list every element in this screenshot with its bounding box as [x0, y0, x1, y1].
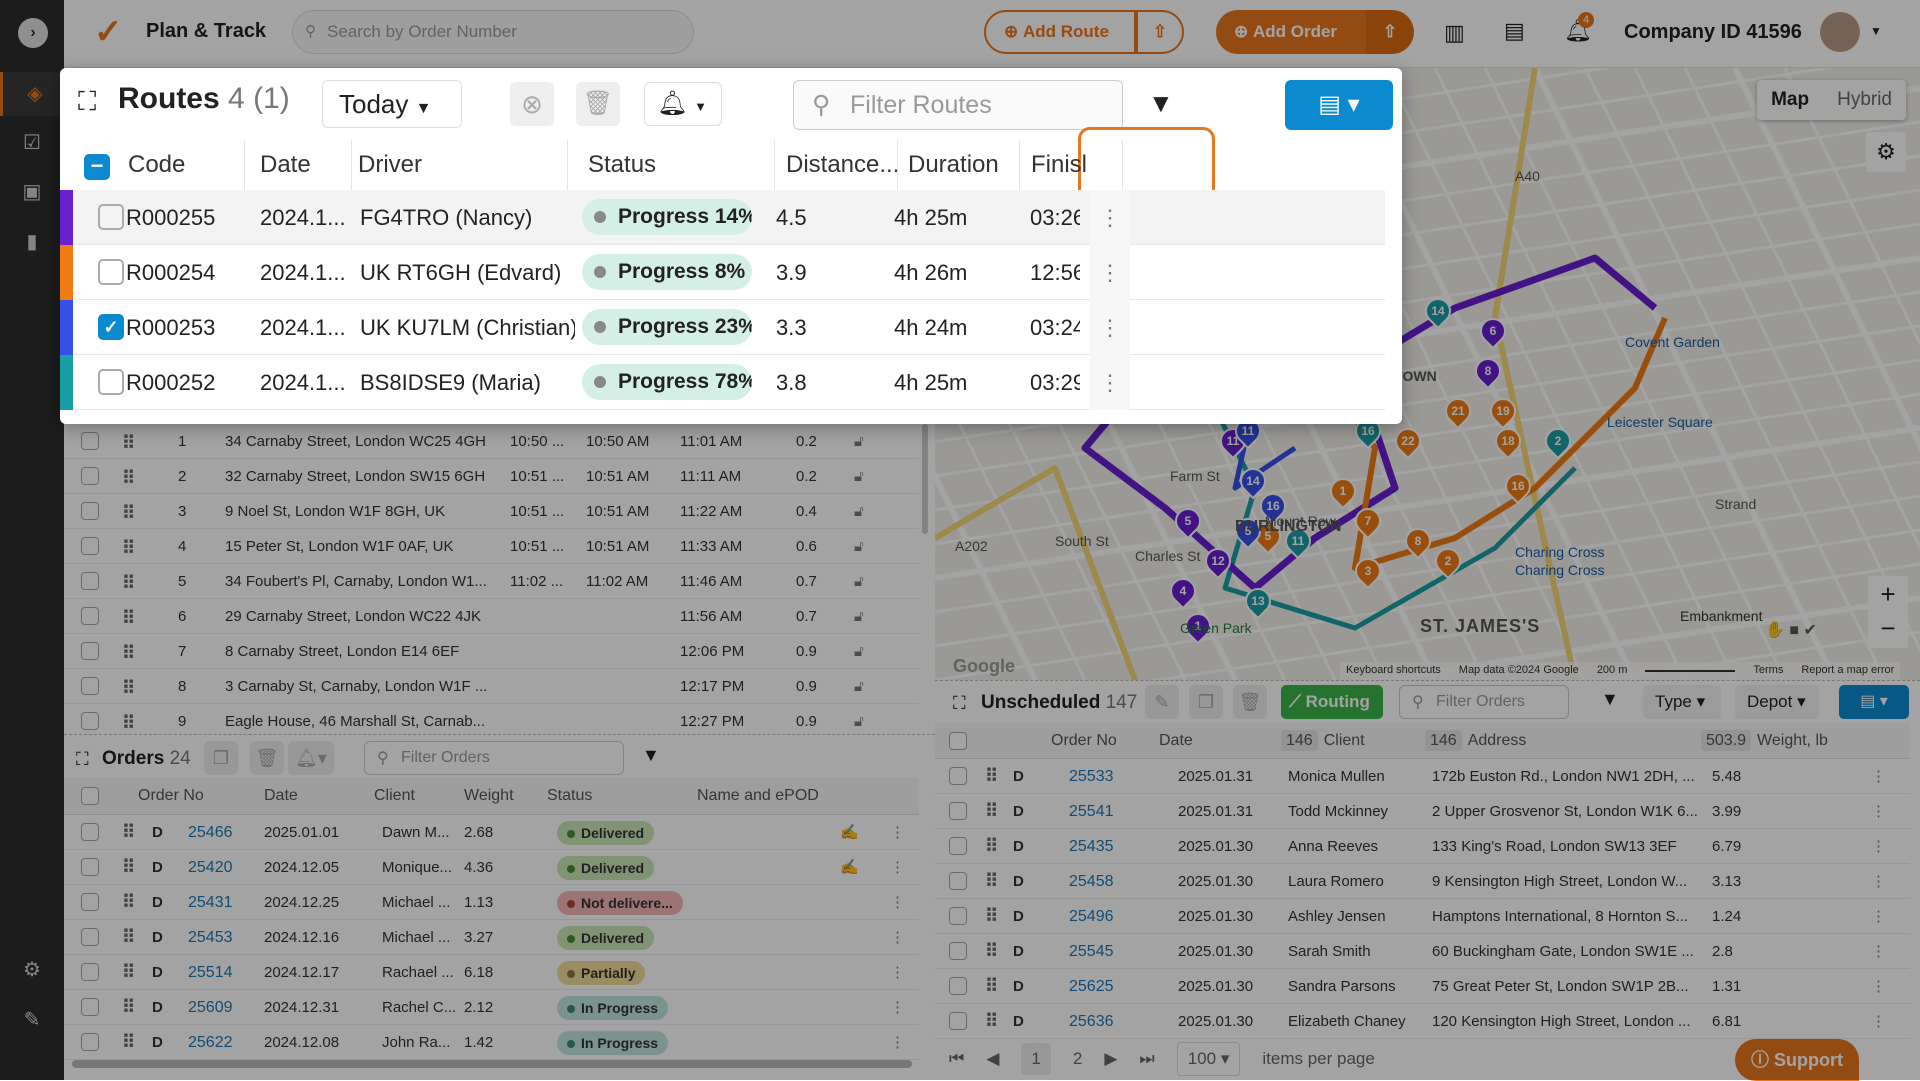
status-label: Progress 14%	[618, 205, 752, 228]
status-dot	[594, 266, 606, 278]
notify-dropdown[interactable]: 🔔︎ ▼	[644, 82, 722, 126]
routes-title: Routes 4 (1)	[118, 82, 290, 115]
search-icon: ⚲	[812, 91, 831, 119]
status-dot	[594, 376, 606, 388]
status-dot	[594, 321, 606, 333]
route-distance: 3.9	[776, 260, 807, 285]
kebab-menu-icon[interactable]: ⋮	[1090, 355, 1130, 410]
route-duration: 4h 26m	[894, 260, 968, 285]
route-driver: BS8IDSE9 (Maria)	[360, 370, 541, 395]
expand-icon[interactable]: ⛶	[78, 86, 96, 118]
route-status-badge: Progress 14%	[582, 199, 752, 235]
route-code[interactable]: R000252	[126, 355, 246, 410]
route-duration: 4h 24m	[894, 315, 968, 340]
route-status-badge: Progress 23%	[582, 309, 752, 345]
route-code[interactable]: R000254	[126, 245, 246, 300]
route-checkbox[interactable]	[98, 204, 124, 230]
status-label: Progress 23%	[618, 315, 752, 338]
route-date: 2024.1...	[260, 370, 346, 395]
cancel-route-button[interactable]: ⊗	[510, 82, 554, 126]
route-row[interactable]: R000252 2024.1... BS8IDSE9 (Maria) Progress…	[60, 355, 1385, 410]
route-date: 2024.1...	[260, 315, 346, 340]
route-checkbox[interactable]	[98, 259, 124, 285]
route-code[interactable]: R000255	[126, 190, 246, 245]
status-label: Progress 78%	[618, 370, 752, 393]
date-filter-dropdown[interactable]: Today ▼	[322, 80, 462, 128]
export-button[interactable]: ▤ ▾	[1285, 80, 1393, 130]
route-driver: FG4TRO (Nancy)	[360, 205, 533, 230]
route-duration: 4h 25m	[894, 370, 968, 395]
route-date: 2024.1...	[260, 260, 346, 285]
route-color-strip	[60, 245, 73, 300]
select-all-checkbox[interactable]: −	[84, 154, 110, 180]
header-col-distance[interactable]: Distance...	[778, 140, 898, 190]
route-driver: UK KU7LM (Christian)	[360, 315, 575, 340]
route-finish: 03:24	[1030, 315, 1080, 340]
header-col-code[interactable]: Code	[120, 140, 245, 190]
routes-panel: ⛶ Routes 4 (1) Today ▼ ⊗ 🗑︎ 🔔︎ ▼ ⚲ Filter…	[60, 68, 1402, 424]
kebab-menu-icon[interactable]: ⋮	[1090, 300, 1130, 355]
route-duration: 4h 25m	[894, 205, 968, 230]
route-status-badge: Progress 8%	[582, 254, 752, 290]
header-col-finish[interactable]: Finisl	[1023, 140, 1123, 190]
route-finish: 12:56	[1030, 260, 1080, 285]
route-color-strip	[60, 300, 73, 355]
routes-selected-count: (1)	[253, 82, 290, 115]
route-finish: 03:26	[1030, 205, 1080, 230]
header-col-driver[interactable]: Driver	[350, 140, 568, 190]
status-dot	[594, 211, 606, 223]
header-col-duration[interactable]: Duration	[900, 140, 1020, 190]
route-row[interactable]: R000254 2024.1... UK RT6GH (Edvard) Progres…	[60, 245, 1385, 300]
route-driver: UK RT6GH (Edvard)	[360, 260, 562, 285]
delete-route-button[interactable]: 🗑︎	[576, 82, 620, 126]
route-date: 2024.1...	[260, 205, 346, 230]
filter-icon[interactable]: ▼	[1148, 88, 1174, 119]
filter-placeholder: Filter Routes	[850, 90, 992, 119]
route-color-strip	[60, 355, 73, 410]
route-row[interactable]: ✓ R000253 2024.1... UK KU7LM (Christian) Pro…	[60, 300, 1385, 355]
route-status-badge: Progress 78%	[582, 364, 752, 400]
route-distance: 3.8	[776, 370, 807, 395]
date-filter-label: Today	[339, 89, 409, 119]
route-distance: 3.3	[776, 315, 807, 340]
kebab-menu-icon[interactable]: ⋮	[1090, 245, 1130, 300]
route-finish: 03:29	[1030, 370, 1080, 395]
routes-filter-input[interactable]: ⚲ Filter Routes	[793, 80, 1123, 130]
header-col-date[interactable]: Date	[252, 140, 352, 190]
route-checkbox[interactable]: ✓	[98, 314, 124, 340]
route-color-strip	[60, 190, 73, 245]
route-row[interactable]: R000255 2024.1... FG4TRO (Nancy) Progress 1…	[60, 190, 1385, 245]
route-distance: 4.5	[776, 205, 807, 230]
kebab-menu-icon[interactable]: ⋮	[1090, 190, 1130, 245]
chevron-down-icon: ▼	[415, 100, 432, 117]
route-checkbox[interactable]	[98, 369, 124, 395]
routes-count: 4	[228, 82, 245, 115]
header-col-status[interactable]: Status	[580, 140, 775, 190]
route-code[interactable]: R000253	[126, 300, 246, 355]
status-label: Progress 8%	[618, 260, 746, 283]
